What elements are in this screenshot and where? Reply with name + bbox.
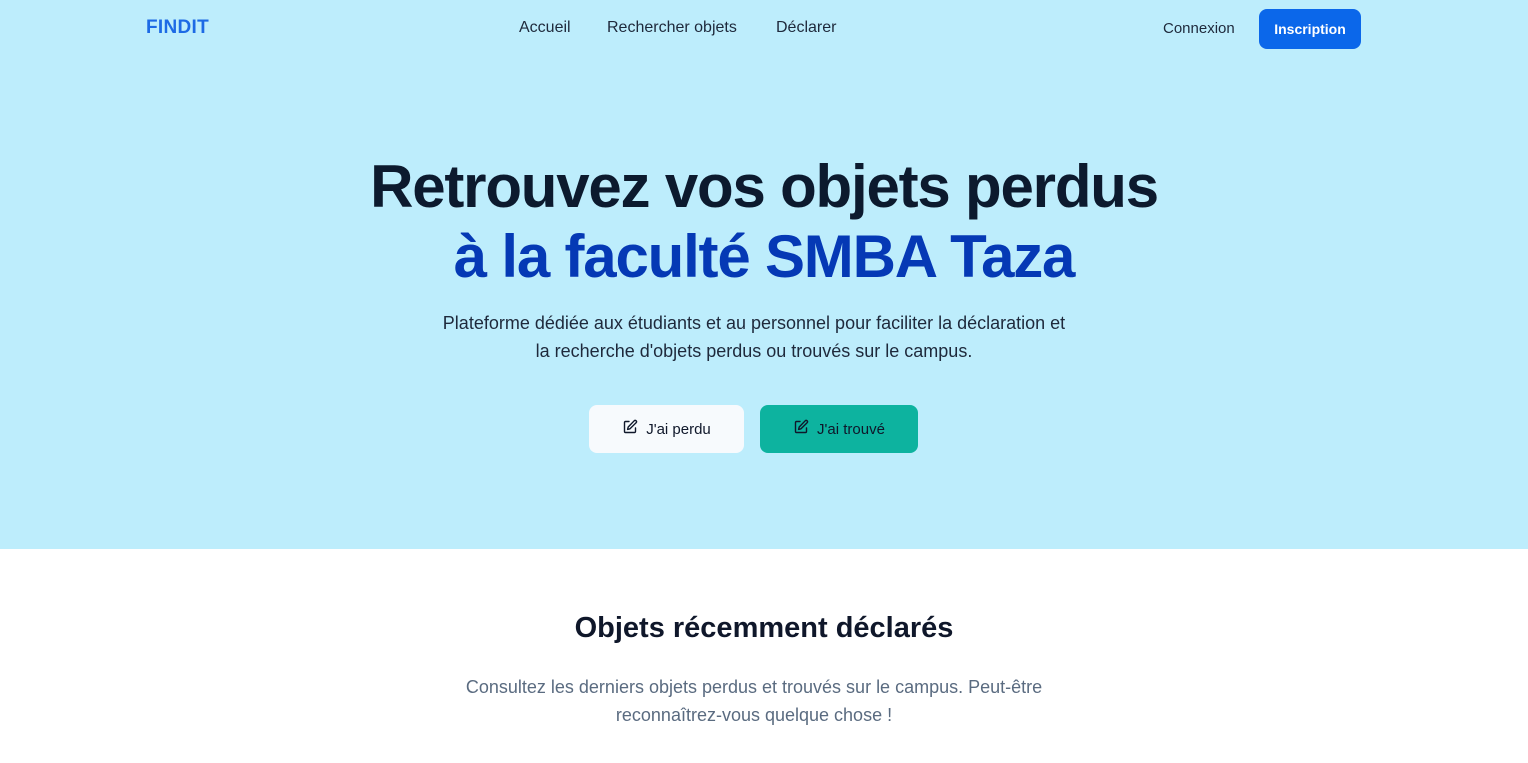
hero-section: FINDIT Accueil Rechercher objets Déclare… xyxy=(0,0,1528,549)
found-button[interactable]: J'ai trouvé xyxy=(760,405,918,453)
edit-icon xyxy=(622,419,638,439)
hero-title: Retrouvez vos objets perdus à la faculté… xyxy=(0,152,1528,292)
hero-subtitle: Plateforme dédiée aux étudiants et au pe… xyxy=(404,309,1104,365)
lost-button[interactable]: J'ai perdu xyxy=(589,405,744,453)
login-link[interactable]: Connexion xyxy=(1163,20,1235,37)
logo[interactable]: FINDIT xyxy=(146,17,209,39)
navbar: FINDIT Accueil Rechercher objets Déclare… xyxy=(0,0,1528,58)
recent-items-subtitle: Consultez les derniers objets perdus et … xyxy=(429,673,1079,729)
found-button-label: J'ai trouvé xyxy=(817,420,885,438)
hero-title-line2: à la faculté SMBA Taza xyxy=(453,223,1076,290)
lost-button-label: J'ai perdu xyxy=(646,420,711,438)
nav-link-declarer[interactable]: Déclarer xyxy=(776,19,836,37)
edit-icon xyxy=(793,419,809,439)
nav-link-accueil[interactable]: Accueil xyxy=(519,19,571,37)
recent-items-subtitle-line1: Consultez les derniers objets perdus et … xyxy=(465,677,1043,697)
recent-items-subtitle-line2: reconnaîtrez-vous quelque chose ! xyxy=(615,705,893,725)
signup-button[interactable]: Inscription xyxy=(1259,9,1361,49)
hero-title-line1: Retrouvez vos objets perdus xyxy=(370,153,1159,220)
hero-subtitle-line2: la recherche d'objets perdus ou trouvés … xyxy=(535,341,973,361)
nav-link-rechercher-objets[interactable]: Rechercher objets xyxy=(607,19,737,37)
recent-items-title: Objets récemment déclarés xyxy=(574,612,954,644)
hero-subtitle-line1: Plateforme dédiée aux étudiants et au pe… xyxy=(442,313,1066,333)
